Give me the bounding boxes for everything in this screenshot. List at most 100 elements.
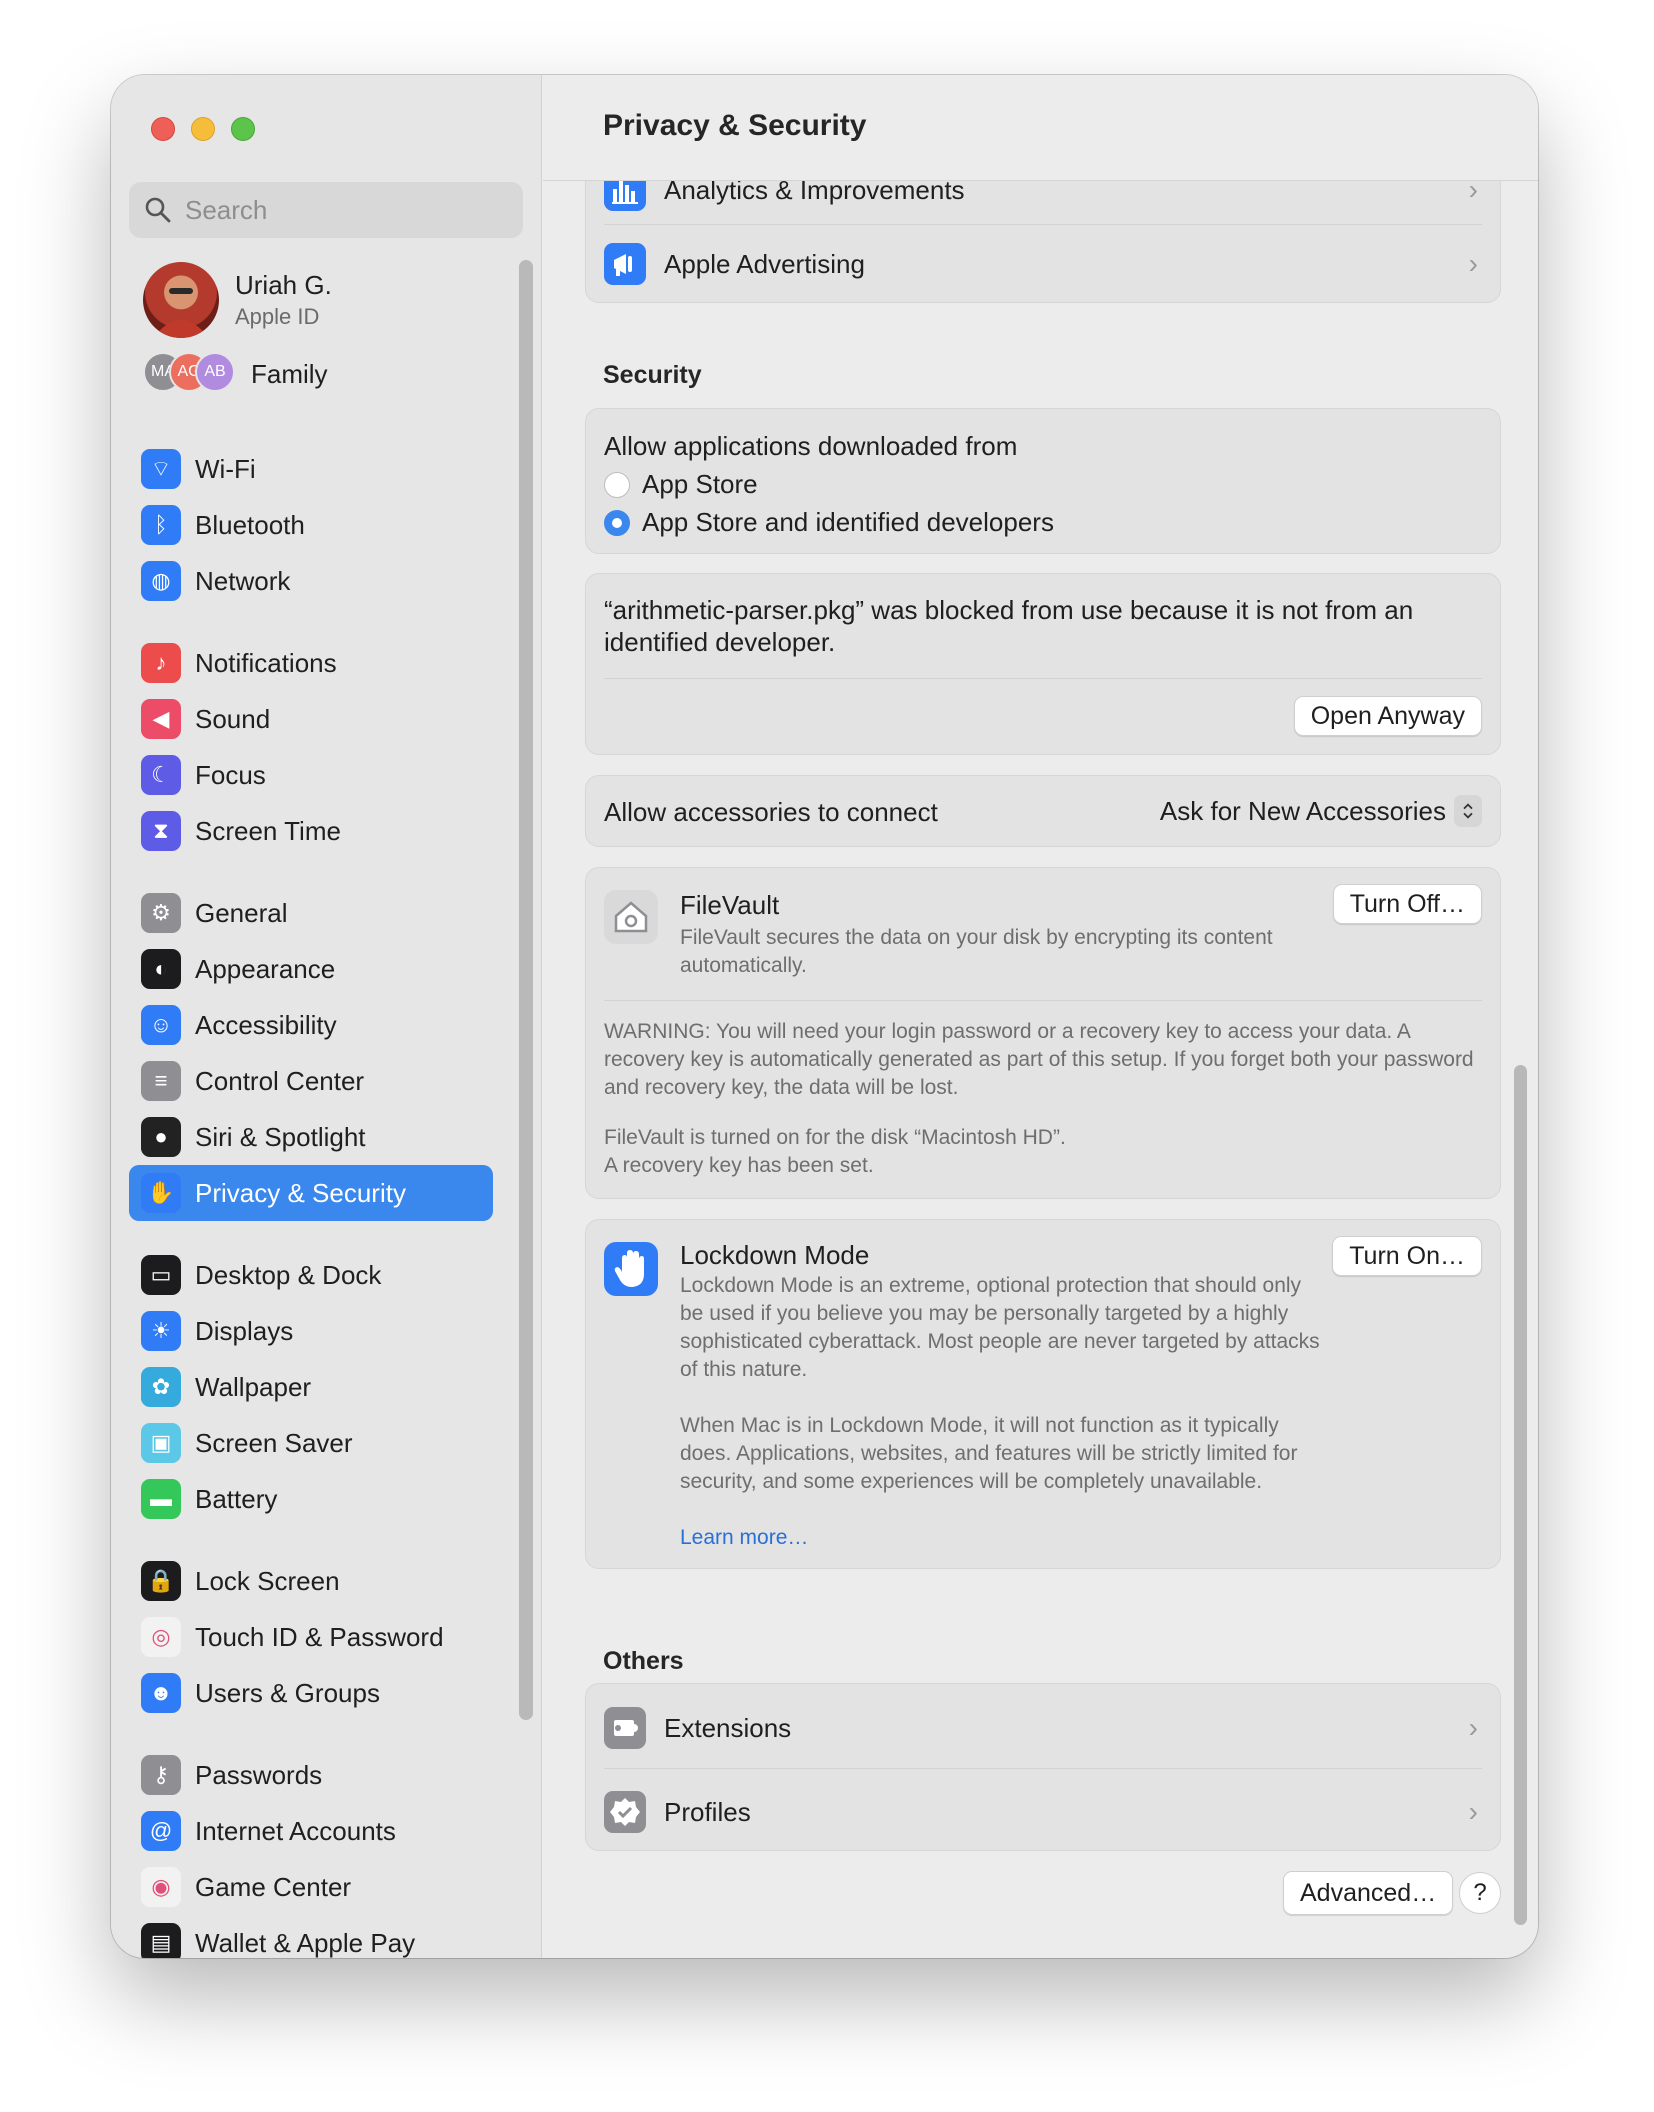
sidebar-item-label: Users & Groups bbox=[195, 1677, 380, 1708]
sidebar-scrollbar[interactable] bbox=[519, 260, 533, 1720]
chart-icon bbox=[604, 181, 646, 211]
apple-advertising-row[interactable]: Apple Advertising › bbox=[586, 230, 1500, 298]
sidebar-item-label: Wallet & Apple Pay bbox=[195, 1927, 416, 1958]
radio-label: App Store bbox=[642, 469, 758, 499]
sidebar-item-users-groups[interactable]: ☻ Users & Groups bbox=[129, 1665, 493, 1721]
sidebar-item-label: Wallpaper bbox=[195, 1371, 312, 1402]
sidebar-item-touch-id-password[interactable]: ◎ Touch ID & Password bbox=[129, 1609, 493, 1665]
sidebar-item-focus[interactable]: ☾ Focus bbox=[129, 747, 493, 803]
key-icon: ⚷ bbox=[141, 1755, 181, 1795]
minimize-window-button[interactable] bbox=[191, 117, 215, 141]
hourglass-icon: ⧗ bbox=[141, 811, 181, 851]
family-label: Family bbox=[251, 358, 328, 389]
sidebar-item-internet-accounts[interactable]: @ Internet Accounts bbox=[129, 1803, 493, 1859]
sidebar-item-appearance[interactable]: ◐ Appearance bbox=[129, 941, 493, 997]
main-pane: Privacy & Security Analytics & Improveme… bbox=[543, 75, 1538, 1958]
analytics-row[interactable]: Analytics & Improvements › bbox=[586, 181, 1500, 220]
wallet-icon: ▤ bbox=[141, 1923, 181, 1958]
lockdown-card: Lockdown Mode Lockdown Mode is an extrem… bbox=[585, 1219, 1501, 1569]
sidebar-item-displays[interactable]: ☀ Displays bbox=[129, 1303, 493, 1359]
help-button[interactable]: ? bbox=[1459, 1872, 1501, 1914]
others-card: Extensions › Profiles › bbox=[585, 1683, 1501, 1851]
filevault-turn-off-button[interactable]: Turn Off… bbox=[1332, 884, 1482, 924]
radio-button-selected[interactable] bbox=[604, 509, 630, 536]
radio-button[interactable] bbox=[604, 471, 630, 498]
sidebar-item-lock-screen[interactable]: 🔒 Lock Screen bbox=[129, 1553, 493, 1609]
sidebar-item-label: Appearance bbox=[195, 953, 336, 984]
accessories-card: Allow accessories to connect Ask for New… bbox=[585, 775, 1501, 847]
radio-app-store[interactable]: App Store bbox=[604, 469, 758, 500]
sidebar-item-network[interactable]: ◍ Network bbox=[129, 553, 493, 609]
sidebar-item-label: Wi-Fi bbox=[195, 453, 256, 484]
extensions-row[interactable]: Extensions › bbox=[586, 1696, 1500, 1760]
radio-app-store-identified[interactable]: App Store and identified developers bbox=[604, 507, 1054, 538]
sidebar-item-privacy-security[interactable]: ✋ Privacy & Security bbox=[129, 1165, 493, 1221]
zoom-window-button[interactable] bbox=[231, 117, 255, 141]
blocked-app-card: “arithmetic-parser.pkg” was blocked from… bbox=[585, 573, 1501, 755]
open-anyway-button[interactable]: Open Anyway bbox=[1293, 696, 1482, 736]
siri-icon: ● bbox=[141, 1117, 181, 1157]
sidebar-item-wi-fi[interactable]: ⌔ Wi-Fi bbox=[129, 441, 493, 497]
users-icon: ☻ bbox=[141, 1673, 181, 1713]
sidebar-item-label: Screen Time bbox=[195, 815, 341, 846]
accessories-popup[interactable]: Ask for New Accessories bbox=[1160, 795, 1482, 827]
filevault-title: FileVault bbox=[680, 890, 780, 920]
analytics-label: Analytics & Improvements bbox=[664, 181, 965, 205]
sidebar-item-label: Network bbox=[195, 565, 291, 596]
sidebar-item-label: Bluetooth bbox=[195, 509, 305, 540]
puzzle-icon bbox=[604, 1707, 646, 1749]
toggles-icon: ≡ bbox=[141, 1061, 181, 1101]
chevron-right-icon: › bbox=[1468, 1796, 1478, 1827]
sidebar-item-sound[interactable]: ◀ Sound bbox=[129, 691, 493, 747]
sidebar-item-label: General bbox=[195, 897, 288, 928]
sidebar-item-screen-saver[interactable]: ▣ Screen Saver bbox=[129, 1415, 493, 1471]
page-title: Privacy & Security bbox=[603, 109, 867, 142]
gear-icon: ⚙ bbox=[141, 893, 181, 933]
lockdown-turn-on-button[interactable]: Turn On… bbox=[1332, 1236, 1482, 1276]
battery-icon: ▬ bbox=[141, 1479, 181, 1519]
advanced-button[interactable]: Advanced… bbox=[1283, 1871, 1454, 1915]
sidebar-item-wallet-apple-pay[interactable]: ▤ Wallet & Apple Pay bbox=[129, 1915, 493, 1958]
sidebar-item-accessibility[interactable]: ☺ Accessibility bbox=[129, 997, 493, 1053]
wifi-icon: ⌔ bbox=[141, 449, 181, 489]
divider bbox=[604, 678, 1482, 679]
search-field[interactable] bbox=[129, 182, 523, 238]
divider bbox=[604, 1000, 1482, 1001]
search-icon bbox=[145, 197, 171, 223]
sidebar-item-desktop-dock[interactable]: ▭ Desktop & Dock bbox=[129, 1247, 493, 1303]
settings-window: Uriah G. Apple ID MA AG AB Family ⌔ Wi-Fi… bbox=[111, 75, 1538, 1958]
apple-id-row[interactable]: Uriah G. Apple ID bbox=[143, 262, 332, 338]
profile-name: Uriah G. bbox=[235, 270, 332, 300]
checkmark-badge-icon bbox=[604, 1791, 646, 1833]
allow-apps-card: Allow applications downloaded from App S… bbox=[585, 408, 1501, 554]
sidebar-item-control-center[interactable]: ≡ Control Center bbox=[129, 1053, 493, 1109]
filevault-recovery-status: A recovery key has been set. bbox=[604, 1154, 874, 1177]
sidebar-item-game-center[interactable]: ◉ Game Center bbox=[129, 1859, 493, 1915]
search-input[interactable] bbox=[185, 194, 485, 226]
hand-icon bbox=[604, 1242, 658, 1296]
apple-advertising-label: Apple Advertising bbox=[664, 248, 865, 279]
sidebar-item-label: Desktop & Dock bbox=[195, 1259, 382, 1290]
sidebar-item-notifications[interactable]: ♪ Notifications bbox=[129, 635, 493, 691]
sidebar-item-passwords[interactable]: ⚷ Passwords bbox=[129, 1747, 493, 1803]
sidebar-item-screen-time[interactable]: ⧗ Screen Time bbox=[129, 803, 493, 859]
speaker-icon: ◀ bbox=[141, 699, 181, 739]
megaphone-icon bbox=[604, 243, 646, 285]
family-avatars: MA AG AB bbox=[143, 352, 235, 396]
security-heading: Security bbox=[603, 361, 702, 389]
sidebar-item-siri-spotlight[interactable]: ● Siri & Spotlight bbox=[129, 1109, 493, 1165]
profile-subtitle: Apple ID bbox=[235, 304, 320, 329]
family-row[interactable]: MA AG AB Family bbox=[143, 352, 328, 396]
learn-more-link[interactable]: Learn more… bbox=[680, 1526, 808, 1550]
accessibility-icon: ☺ bbox=[141, 1005, 181, 1045]
sidebar-item-bluetooth[interactable]: ᛒ Bluetooth bbox=[129, 497, 493, 553]
privacy-card: Analytics & Improvements › Apple Adverti… bbox=[585, 181, 1501, 303]
lockdown-description: Lockdown Mode is an extreme, optional pr… bbox=[680, 1274, 1320, 1381]
sidebar-item-wallpaper[interactable]: ✿ Wallpaper bbox=[129, 1359, 493, 1415]
avatar bbox=[143, 262, 219, 338]
sidebar-item-general[interactable]: ⚙ General bbox=[129, 885, 493, 941]
content-scrollbar[interactable] bbox=[1514, 1065, 1527, 1925]
sidebar-item-battery[interactable]: ▬ Battery bbox=[129, 1471, 493, 1527]
close-window-button[interactable] bbox=[151, 117, 175, 141]
profiles-row[interactable]: Profiles › bbox=[586, 1780, 1500, 1844]
